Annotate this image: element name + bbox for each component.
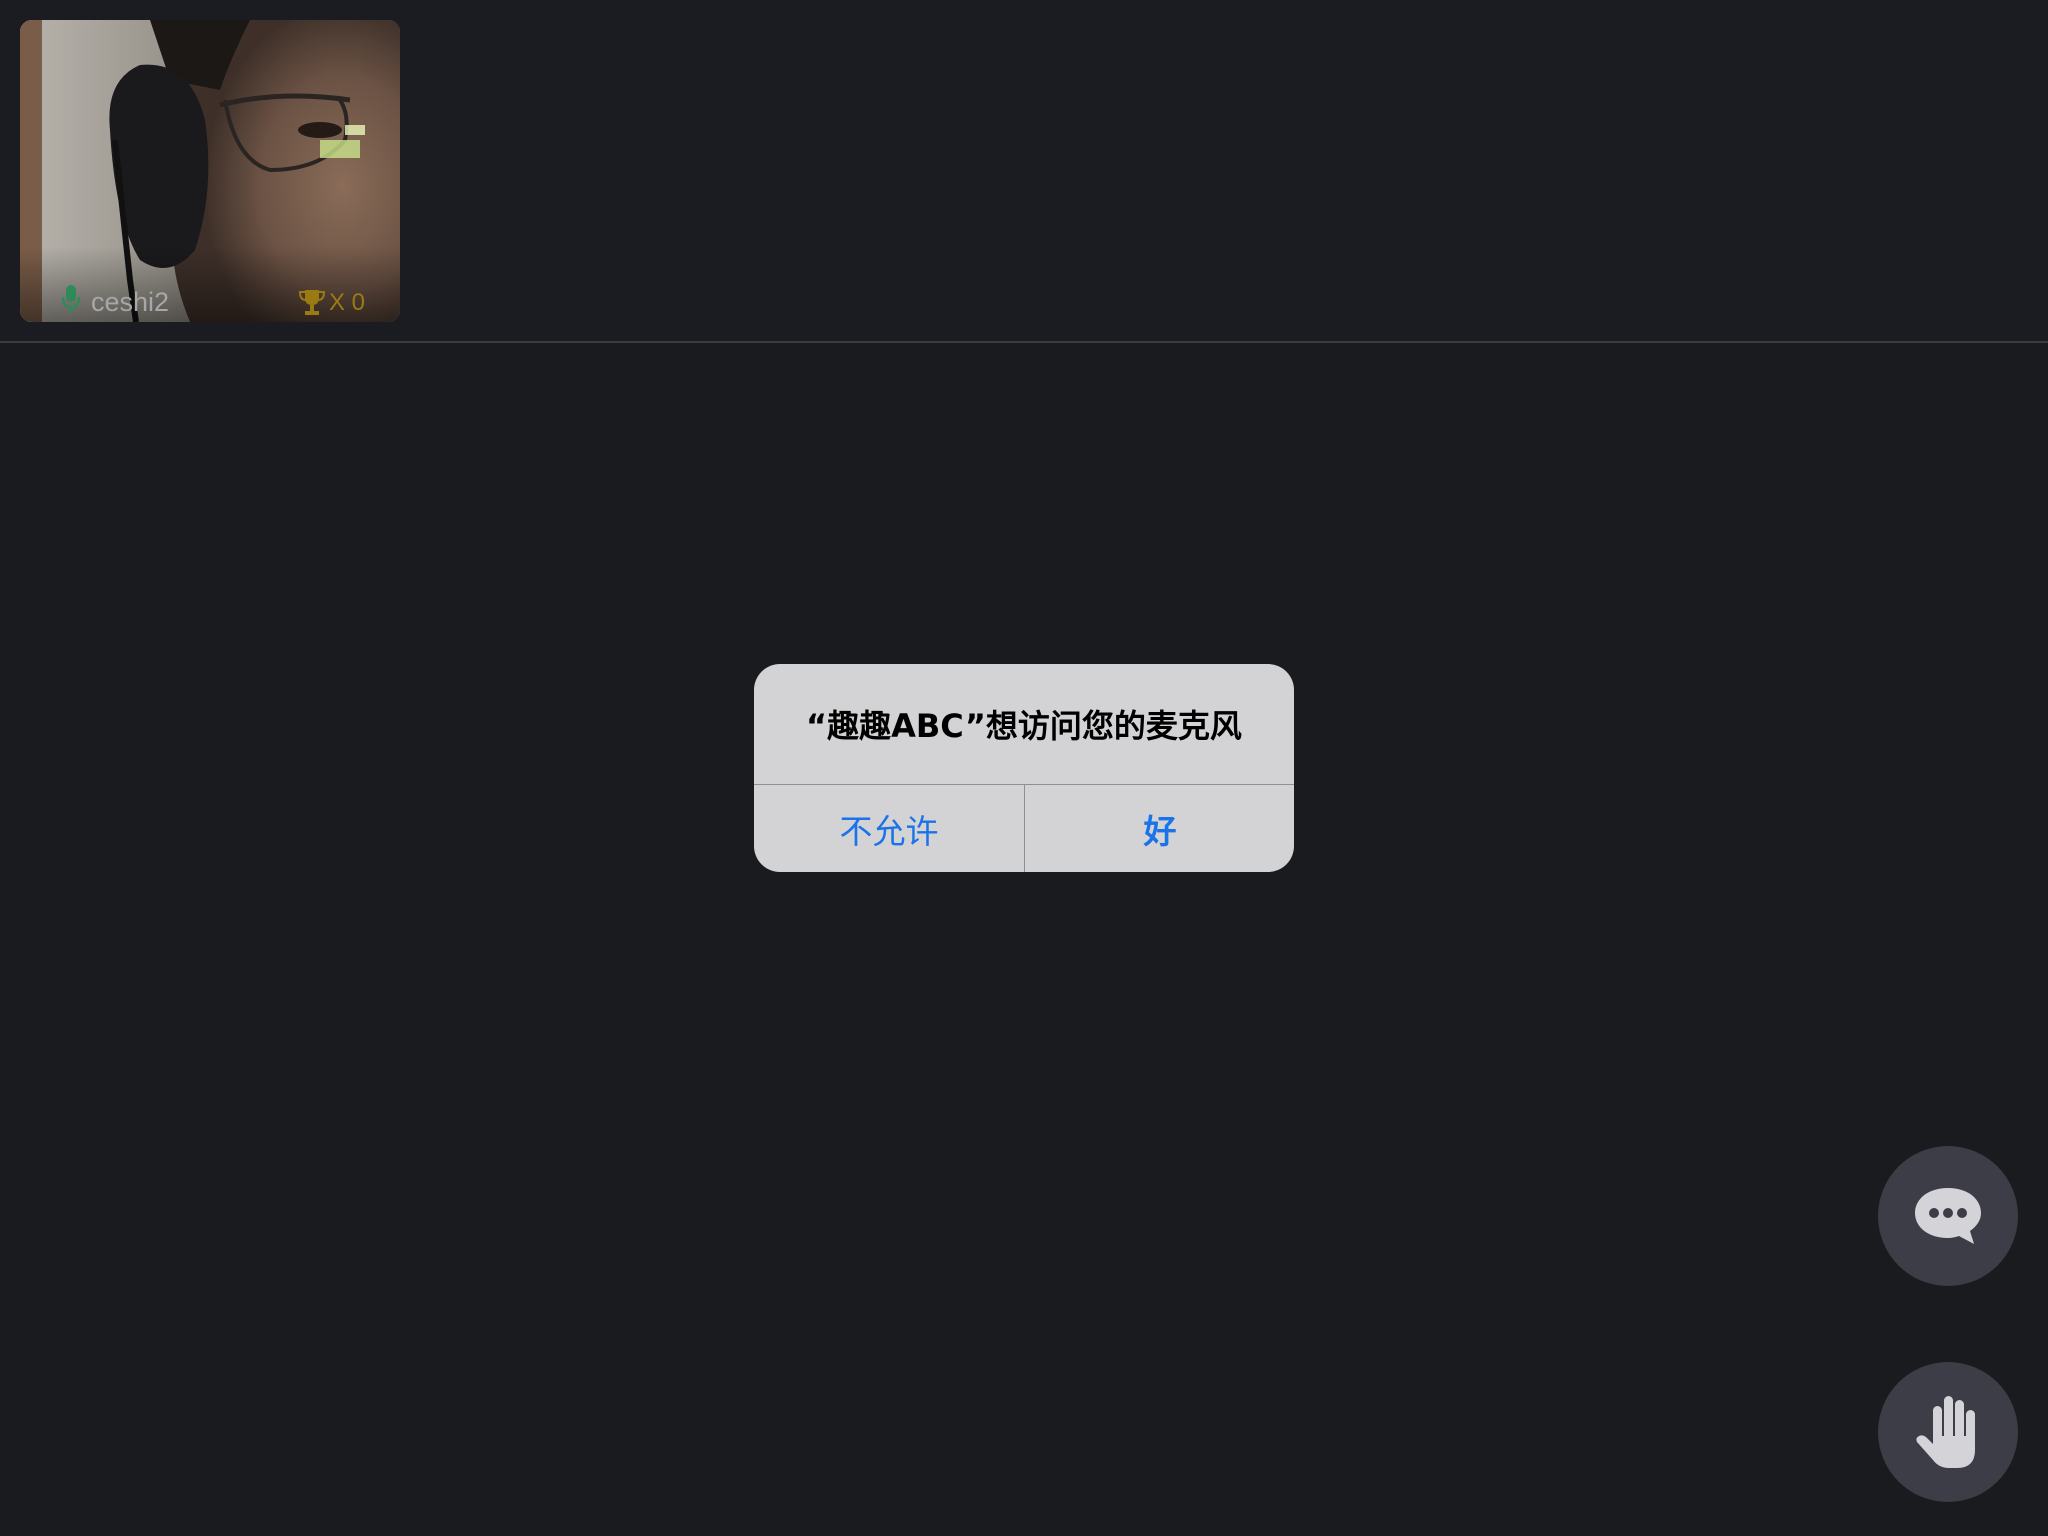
raise-hand-button[interactable] — [1878, 1362, 2018, 1502]
raise-hand-icon — [1916, 1396, 1975, 1468]
strip-divider — [0, 341, 2048, 343]
microphone-permission-alert: “趣趣ABC”想访问您的麦克风 不允许 好 — [754, 664, 1294, 872]
deny-button[interactable]: 不允许 — [754, 785, 1024, 872]
allow-button[interactable]: 好 — [1025, 785, 1294, 872]
trophy-count: X 0 — [329, 289, 366, 316]
participants-strip: ceshi2 X 0 — [0, 0, 2048, 341]
tile-footer: ceshi2 X 0 — [20, 272, 400, 322]
chat-bubble-icon — [1915, 1188, 1981, 1244]
trophy-icon — [299, 290, 325, 315]
microphone-icon — [61, 285, 81, 313]
participant-video-tile[interactable]: ceshi2 X 0 — [20, 20, 400, 322]
participant-name: ceshi2 — [91, 287, 170, 317]
chat-button[interactable] — [1878, 1146, 2018, 1286]
alert-title: “趣趣ABC”想访问您的麦克风 — [806, 707, 1242, 745]
